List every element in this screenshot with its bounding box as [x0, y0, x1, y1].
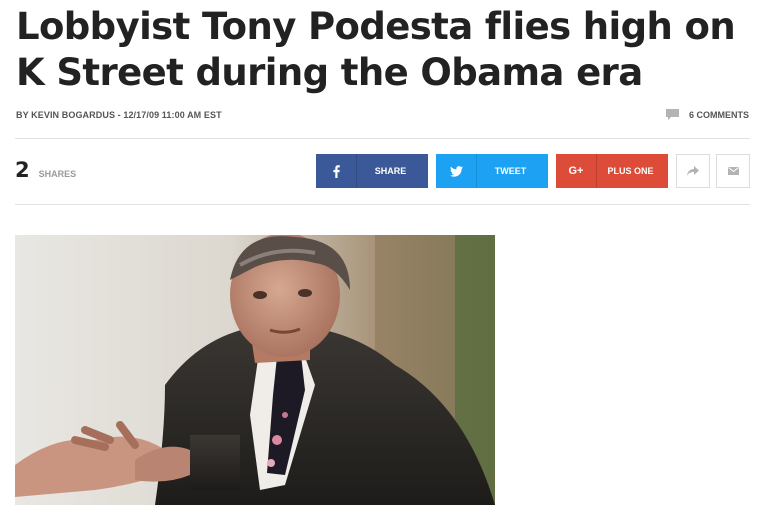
comments-link[interactable]: 6 COMMENTS — [665, 109, 749, 120]
facebook-icon — [316, 154, 357, 188]
divider — [15, 204, 750, 205]
divider — [15, 138, 750, 139]
google-plus-icon: G+ — [556, 154, 597, 188]
comment-icon — [665, 109, 679, 120]
comments-count: 6 COMMENTS — [688, 109, 749, 120]
share-count-number: 2 — [15, 158, 30, 182]
portrait-image — [15, 235, 495, 505]
email-share-button[interactable] — [716, 154, 750, 188]
share-count-label: SHARES — [38, 169, 77, 179]
facebook-share-button[interactable]: SHARE — [316, 154, 428, 188]
byline: BY KEVIN BOGARDUS - 12/17/09 11:00 AM ES… — [16, 110, 222, 120]
article-headline: Lobbyist Tony Podesta flies high on K St… — [16, 5, 736, 94]
share-more-button[interactable] — [676, 154, 710, 188]
google-plus-label: PLUS ONE — [607, 166, 654, 176]
twitter-tweet-button[interactable]: TWEET — [436, 154, 548, 188]
facebook-share-label: SHARE — [374, 166, 407, 176]
google-plus-button[interactable]: G+ PLUS ONE — [556, 154, 668, 188]
twitter-tweet-label: TWEET — [494, 166, 527, 176]
share-count: 2 SHARES — [15, 158, 76, 182]
share-arrow-icon — [687, 166, 699, 176]
twitter-icon — [436, 154, 477, 188]
article-photo — [15, 235, 495, 505]
email-icon — [727, 167, 739, 175]
